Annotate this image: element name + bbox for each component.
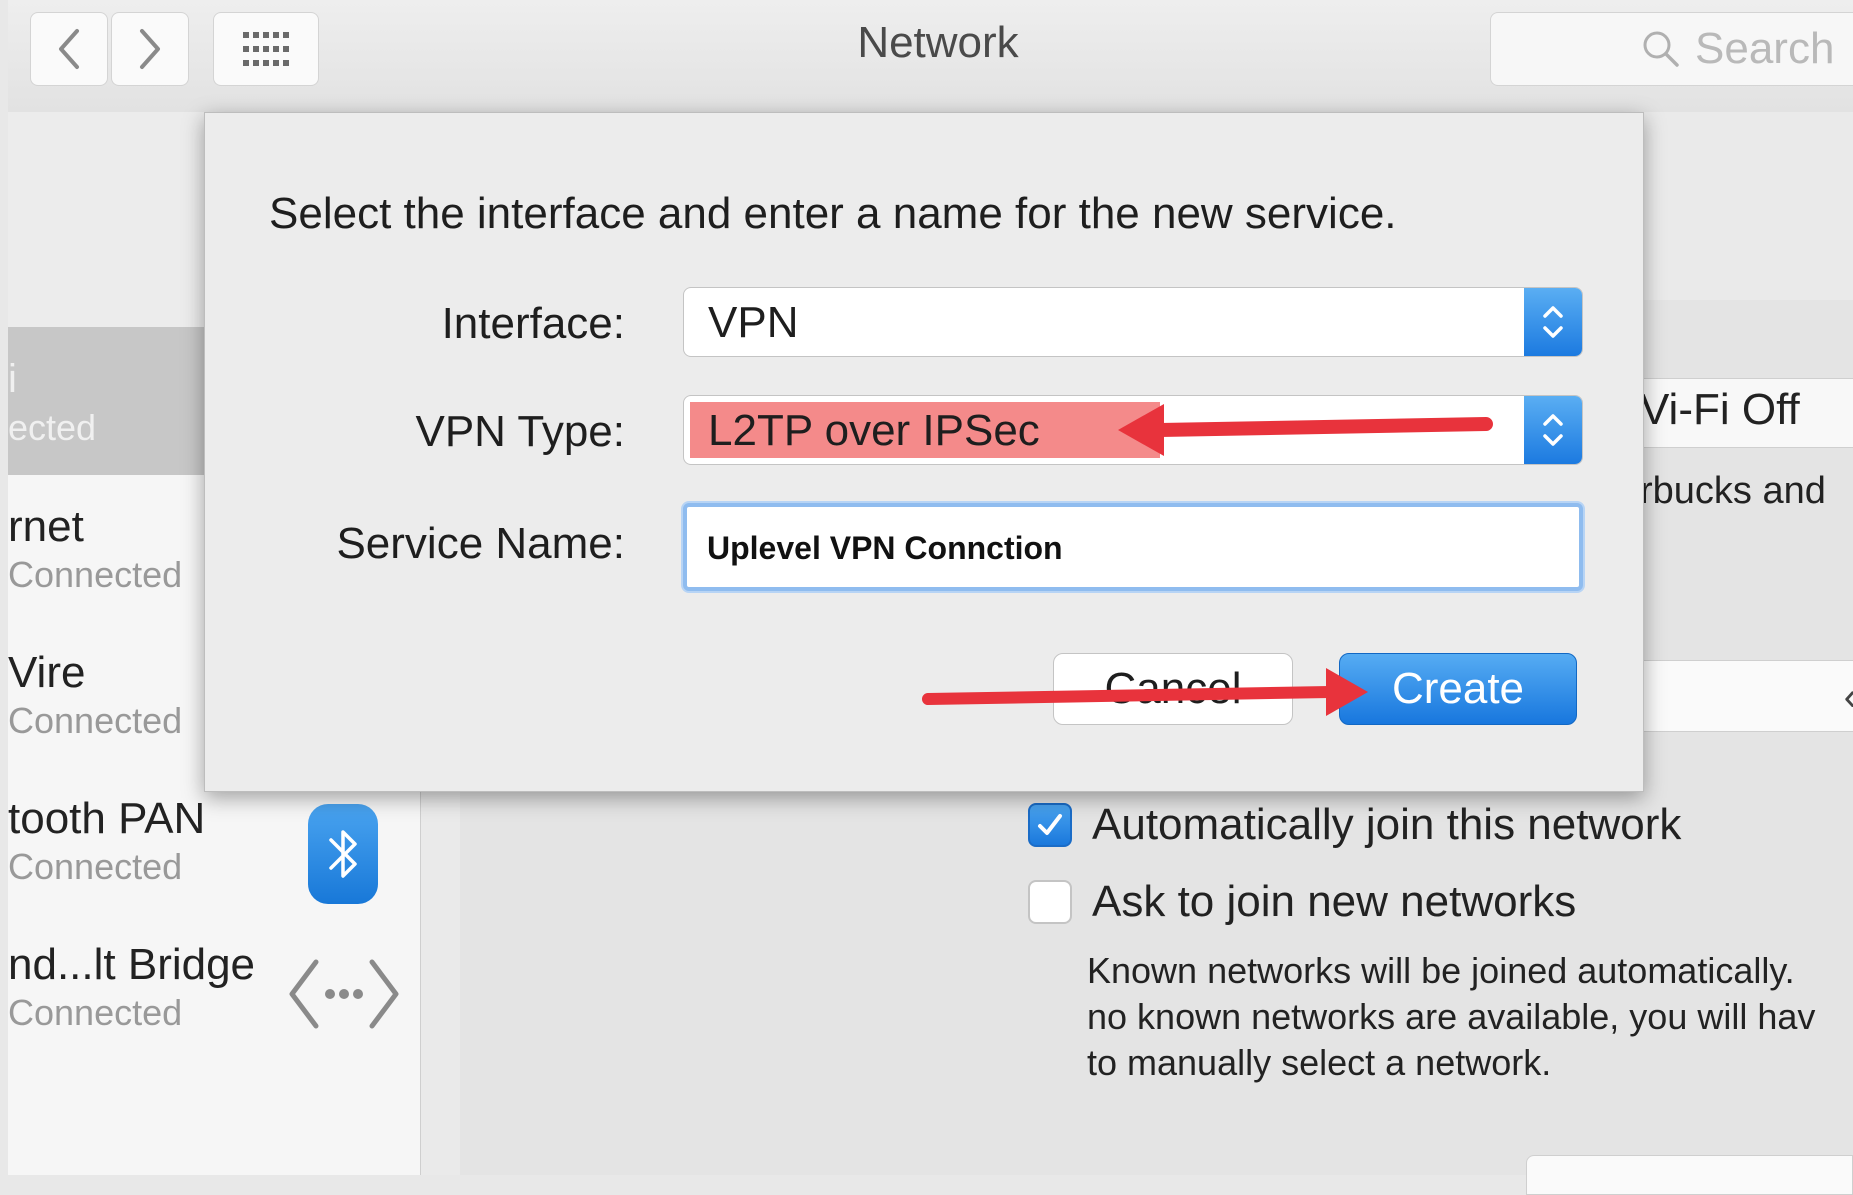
ask-join-row[interactable]: Ask to join new networks [1028,877,1576,927]
vpn-type-popup[interactable]: L2TP over IPSec [683,395,1583,465]
service-name-input[interactable] [705,525,1569,571]
hint-line: to manually select a network. [1087,1042,1552,1083]
bridge-icon [289,959,399,1029]
checkmark-icon [1038,814,1062,835]
service-name: i [8,357,17,401]
bluetooth-icon [308,804,378,904]
hint-line: Known networks will be joined automatica… [1087,950,1795,991]
service-name-label: Service Name: [336,519,625,568]
service-status: Connected [8,992,183,1033]
service-name: rnet [8,502,84,551]
cancel-button[interactable]: Cancel [1053,653,1293,725]
service-status: ected [8,407,97,448]
service-name: nd...lt Bridge [8,940,256,989]
auto-join-label: Automatically join this network [1092,800,1682,849]
toolbar: Network Search [8,0,1853,113]
service-status: Connected [8,846,183,887]
ask-join-hint: Known networks will be joined automatica… [1087,948,1815,1086]
advanced-button[interactable] [1526,1155,1853,1195]
search-icon [1643,31,1679,67]
show-all-button[interactable] [213,12,319,86]
create-button[interactable]: Create [1339,653,1577,725]
back-button[interactable] [30,12,108,86]
grid-icon [243,32,289,66]
interface-popup[interactable]: VPN [683,287,1583,357]
wifi-status-description: rbucks and [1640,470,1826,512]
ask-join-label: Ask to join new networks [1092,877,1577,926]
interface-value: VPN [708,298,799,347]
service-name: Vire [8,648,86,697]
hint-line: no known networks are available, you wil… [1087,996,1816,1037]
service-status: Connected [8,554,183,595]
auto-join-row[interactable]: Automatically join this network [1028,800,1681,850]
ask-join-checkbox[interactable] [1028,880,1072,924]
service-item-thunderbolt-bridge[interactable]: nd...lt Bridge Connected [8,940,420,1080]
service-status: Connected [8,700,183,741]
new-service-dialog: Select the interface and enter a name fo… [204,112,1644,792]
service-name: tooth PAN [8,794,206,843]
search-field[interactable]: Search [1490,12,1853,86]
service-item-bluetooth-pan[interactable]: tooth PAN Connected [8,794,420,934]
chevron-updown-icon: ‹ [1844,675,1853,720]
updown-arrows-icon [1524,288,1582,356]
auto-join-checkbox[interactable] [1028,803,1072,847]
service-name-field[interactable] [683,503,1583,591]
search-placeholder: Search [1695,24,1835,73]
vpn-type-value: L2TP over IPSec [708,406,1040,455]
updown-arrows-icon [1524,396,1582,464]
dialog-message: Select the interface and enter a name fo… [269,189,1397,238]
vpn-type-label: VPN Type: [415,407,625,456]
window-title: Network [857,18,1019,67]
chevron-right-icon [140,29,160,69]
interface-label: Interface: [441,299,625,348]
turn-wifi-off-label: Vi-Fi Off [1640,385,1800,434]
chevron-left-icon [59,29,79,69]
forward-button[interactable] [111,12,189,86]
